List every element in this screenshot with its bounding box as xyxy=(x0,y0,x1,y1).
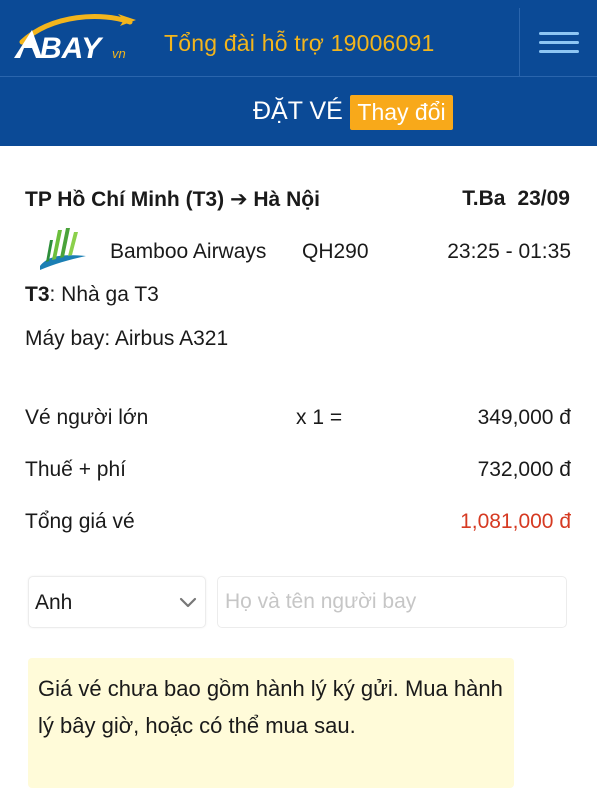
top-header: BAY vn Tổng đài hỗ trợ 19006091 xyxy=(0,0,597,76)
route-origin: TP Hồ Chí Minh (T3) xyxy=(25,188,225,211)
menu-line xyxy=(538,31,579,35)
page-title: ĐẶT VÉ xyxy=(253,97,343,125)
flight-number: QH290 xyxy=(302,240,369,263)
passenger-title-select[interactable]: Anh xyxy=(28,576,206,628)
flight-day: 23/09 xyxy=(517,187,570,210)
arrow-right-icon: ➔ xyxy=(229,188,248,211)
terminal-code: T3 xyxy=(25,283,50,306)
logo-suffix: vn xyxy=(112,46,126,61)
change-button[interactable]: Thay đổi xyxy=(350,95,453,130)
passenger-title-value: Anh xyxy=(35,591,73,614)
flight-time: 23:25 - 01:35 xyxy=(447,240,571,263)
adult-fare-multiplier: x 1 = xyxy=(296,406,343,429)
adult-fare-value: 349,000 đ xyxy=(477,406,571,429)
bamboo-airways-logo-icon xyxy=(40,228,86,270)
flight-route: TP Hồ Chí Minh (T3) ➔ Hà Nội xyxy=(25,187,320,212)
terminal-info: T3: Nhà ga T3 xyxy=(25,283,159,307)
flight-weekday: T.Ba xyxy=(462,187,506,210)
total-price-value: 1,081,000 đ xyxy=(460,510,571,533)
hotline-text[interactable]: Tổng đài hỗ trợ 19006091 xyxy=(164,30,435,57)
logo-text: BAY xyxy=(40,32,104,64)
passenger-name-input[interactable] xyxy=(217,576,567,628)
route-destination: Hà Nội xyxy=(253,188,320,211)
menu-line xyxy=(538,49,579,53)
menu-line xyxy=(538,40,579,44)
tax-fee-label: Thuế + phí xyxy=(25,458,126,481)
aircraft-info: Máy bay: Airbus A321 xyxy=(25,327,229,350)
adult-fare-label: Vé người lớn xyxy=(25,406,149,429)
tax-fee-value: 732,000 đ xyxy=(477,458,571,481)
chevron-down-icon xyxy=(179,597,197,608)
baggage-notice: Giá vé chưa bao gồm hành lý ký gửi. Mua … xyxy=(28,658,514,788)
total-price-label: Tổng giá vé xyxy=(25,510,135,533)
booking-header: ĐẶT VÉ Thay đổi xyxy=(0,76,597,146)
terminal-label: : Nhà ga T3 xyxy=(49,283,159,306)
hamburger-menu-icon[interactable] xyxy=(520,8,597,76)
flight-date: T.Ba 23/09 xyxy=(462,187,570,211)
airline-name: Bamboo Airways xyxy=(110,240,267,263)
abay-logo[interactable]: BAY vn xyxy=(12,8,140,64)
